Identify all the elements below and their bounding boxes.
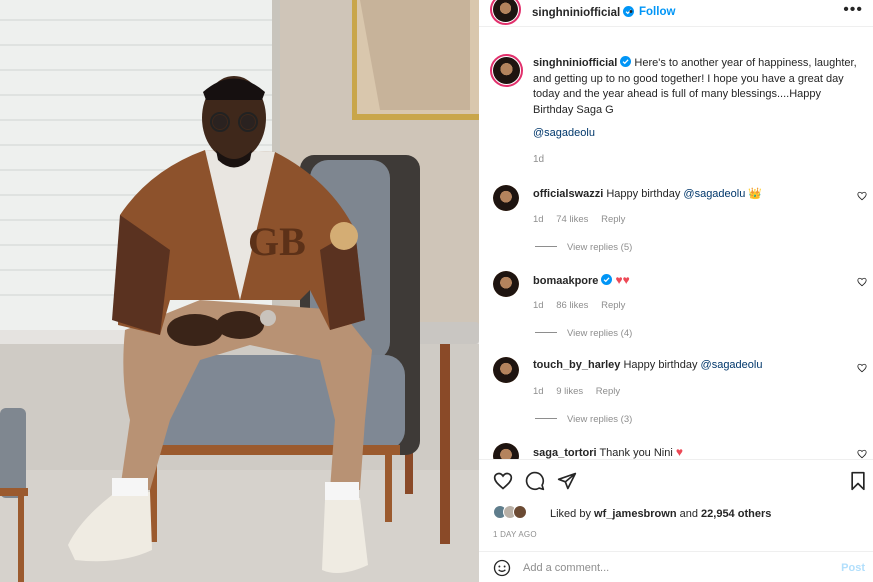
comment-like-heart-icon[interactable] xyxy=(857,363,867,373)
comment-like-count[interactable]: 86 likes xyxy=(556,300,588,311)
author-username[interactable]: singhniniofficial xyxy=(532,6,635,19)
comment-like-count[interactable]: 9 likes xyxy=(556,386,583,397)
red-heart-emoji: ♥♥ xyxy=(615,273,630,287)
view-replies-button[interactable]: View replies (4) xyxy=(535,328,632,339)
comment-text: touch_by_harley Happy birthday @sagadeol… xyxy=(533,359,763,371)
likes-count-link[interactable]: 22,954 others xyxy=(701,508,771,520)
comment-timestamp: 1d xyxy=(533,214,544,225)
view-replies-button[interactable]: View replies (5) xyxy=(535,242,632,253)
reply-button[interactable]: Reply xyxy=(601,214,625,225)
comment-timestamp: 1d xyxy=(533,386,544,397)
comment-like-heart-icon[interactable] xyxy=(857,277,867,287)
comment-like-count[interactable]: 74 likes xyxy=(556,214,588,225)
comment-meta: 1d 74 likes Reply xyxy=(533,214,635,225)
view-replies-button[interactable]: View replies (3) xyxy=(535,414,632,425)
comments-list[interactable]: officialswazzi Happy birthday @sagadeolu… xyxy=(479,178,873,459)
post-timestamp: 1 DAY AGO xyxy=(493,530,537,539)
caption-mention-link[interactable]: @sagadeolu xyxy=(533,127,595,139)
caption-author-avatar[interactable] xyxy=(490,54,523,87)
separator-dot: • xyxy=(629,6,633,18)
commenter-username[interactable]: saga_tortori xyxy=(533,447,597,459)
heart-outline-icon[interactable] xyxy=(493,471,513,491)
reply-button[interactable]: Reply xyxy=(601,300,625,311)
liked-by-user-link[interactable]: wf_jamesbrown xyxy=(594,508,677,520)
comment-meta: 1d 9 likes Reply xyxy=(533,386,630,397)
post-image: GB xyxy=(0,0,479,582)
smiley-icon[interactable] xyxy=(493,559,511,577)
comment-meta: 1d 86 likes Reply xyxy=(533,300,635,311)
caption-text: singhniniofficial Here's to another year… xyxy=(533,56,863,118)
post-comment-button[interactable]: Post xyxy=(841,562,865,574)
comment-mention-link[interactable]: @sagadeolu xyxy=(683,188,745,200)
verified-badge-icon xyxy=(601,274,613,285)
post-details-panel: singhniniofficial • Follow ••• singhnini… xyxy=(479,0,873,582)
add-comment-bar: Post xyxy=(479,551,873,582)
crown-emoji: 👑 xyxy=(748,188,763,200)
comment-item: saga_tortori Thank you Nini ♥ xyxy=(479,436,873,459)
comment-item: officialswazzi Happy birthday @sagadeolu… xyxy=(479,178,873,264)
paper-plane-icon[interactable] xyxy=(557,471,577,491)
liked-by-text: Liked by wf_jamesbrown and 22,954 others xyxy=(550,508,772,520)
more-options-icon[interactable]: ••• xyxy=(843,1,863,19)
commenter-avatar[interactable] xyxy=(493,443,519,459)
svg-text:GB: GB xyxy=(248,219,306,264)
commenter-username[interactable]: touch_by_harley xyxy=(533,359,620,371)
commenter-username[interactable]: bomaakpore xyxy=(533,274,613,287)
commenter-username[interactable]: officialswazzi xyxy=(533,188,603,200)
bookmark-icon[interactable] xyxy=(848,471,868,491)
caption-timestamp: 1d xyxy=(533,154,545,165)
post-photo[interactable]: GB xyxy=(0,0,479,582)
commenter-avatar[interactable] xyxy=(493,185,519,211)
verified-badge-icon xyxy=(620,56,632,67)
follow-button[interactable]: Follow xyxy=(639,6,675,18)
comment-item: bomaakpore ♥♥ 1d 86 likes Reply View rep… xyxy=(479,264,873,350)
caption-author-username[interactable]: singhniniofficial xyxy=(533,56,632,69)
reply-button[interactable]: Reply xyxy=(596,386,620,397)
author-avatar[interactable] xyxy=(490,0,521,25)
commenter-avatar[interactable] xyxy=(493,357,519,383)
post-actions-bar: Liked by wf_jamesbrown and 22,954 others… xyxy=(479,459,873,582)
comment-text: bomaakpore ♥♥ xyxy=(533,273,630,287)
comment-timestamp: 1d xyxy=(533,300,544,311)
liker-avatar[interactable] xyxy=(513,505,527,519)
post-header: singhniniofficial • Follow ••• xyxy=(479,0,873,27)
comment-item: touch_by_harley Happy birthday @sagadeol… xyxy=(479,350,873,436)
red-heart-emoji: ♥ xyxy=(675,445,683,459)
comment-like-heart-icon[interactable] xyxy=(857,449,867,459)
comment-like-heart-icon[interactable] xyxy=(857,191,867,201)
comment-bubble-icon[interactable] xyxy=(525,471,545,491)
comment-input[interactable] xyxy=(523,558,823,578)
commenter-avatar[interactable] xyxy=(493,271,519,297)
comment-mention-link[interactable]: @sagadeolu xyxy=(701,359,763,371)
comment-text: officialswazzi Happy birthday @sagadeolu… xyxy=(533,188,763,200)
comment-text: saga_tortori Thank you Nini ♥ xyxy=(533,445,683,459)
